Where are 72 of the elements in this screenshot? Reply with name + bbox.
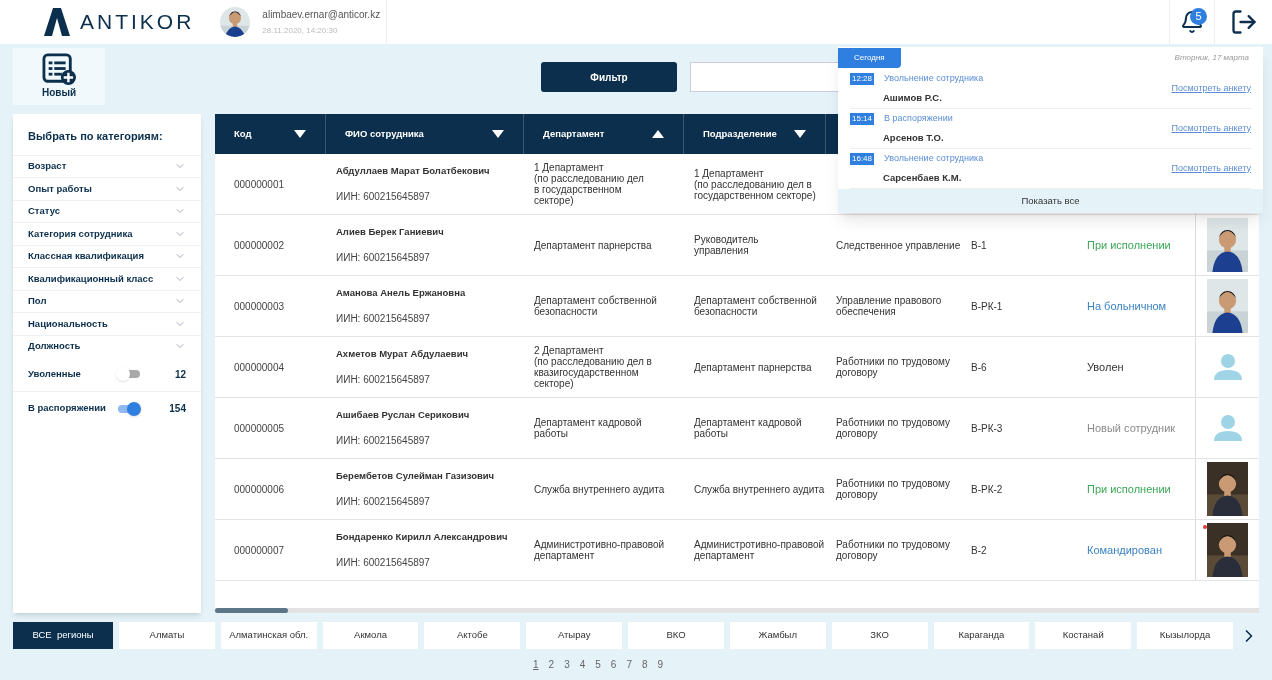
- grade-text: В-6: [971, 361, 987, 373]
- unit-text: Работники по трудовому договору: [836, 356, 950, 378]
- employee-iin: ИИН: 600215645897: [336, 372, 430, 387]
- employee-name: Аманова Анель Ержановна: [336, 286, 466, 301]
- grade-text: В-2: [971, 544, 987, 556]
- employee-iin: ИИН: 600215645897: [336, 250, 430, 265]
- employee-code: 000000006: [234, 482, 285, 497]
- division-text: Департамент собственной безопасности: [694, 295, 817, 317]
- toggle-count: 12: [174, 367, 186, 382]
- department-text: Администротивно-правовой департамент: [534, 539, 665, 561]
- employee-iin: ИИН: 600215645897: [336, 494, 430, 509]
- employee-name: Берембетов Сулейман Газизович: [336, 469, 495, 484]
- panel-title: Выбрать по категориям:: [27, 129, 164, 144]
- employee-name: Алиев Берек Ганиевич: [336, 225, 444, 240]
- logo-text: ANTIKOR: [80, 9, 195, 36]
- notification-count: 5: [1190, 8, 1207, 25]
- employee-iin: ИИН: 600215645897: [336, 433, 430, 448]
- division-text: Администротивно-правовой департамент: [694, 539, 825, 561]
- user-email: alimbaev.ernar@anticor.kz: [262, 8, 381, 22]
- grade-text: В-РК-1: [971, 300, 1003, 312]
- status-text: Уволен: [1087, 359, 1124, 375]
- department-text: Департамент парнерства: [534, 239, 652, 251]
- employee-iin: ИИН: 600215645897: [336, 311, 430, 326]
- status-text: На больничном: [1087, 298, 1167, 314]
- employee-name: Арсенов Т.О.: [883, 130, 945, 145]
- employee-name: Абдуллаев Марат Болатбекович: [336, 164, 490, 179]
- employee-name: Сарсенбаев К.М.: [883, 170, 963, 185]
- event-text: В распоряжении: [884, 112, 953, 126]
- unit-text: Работники по трудовому договору: [836, 478, 950, 500]
- time-badge: 16:48: [850, 152, 875, 165]
- employee-name: Ашимов Р.С.: [883, 90, 943, 105]
- department-text: Служба внутреннего аудита: [534, 483, 665, 495]
- status-text: При исполнении: [1087, 237, 1171, 253]
- login-time: 28.11.2020, 14:20:30: [262, 25, 339, 37]
- status-text: Новый сотрудник: [1087, 420, 1176, 436]
- event-text: Увольнение сотрудника: [884, 72, 984, 86]
- department-text: Департамент кадровой работы: [534, 417, 642, 439]
- status-text: При исполнении: [1087, 481, 1171, 497]
- department-text: 1 Департамент (по расследованию дел в государственном секторе): [534, 162, 644, 206]
- unit-text: Управление правового обеспечения: [836, 295, 942, 317]
- division-text: Департамент кадровой работы: [694, 417, 802, 439]
- employee-code: 000000001: [234, 177, 285, 192]
- division-text: Служба внутреннего аудита: [694, 483, 825, 495]
- grade-text: В-РК-3: [971, 422, 1003, 434]
- event-text: Увольнение сотрудника: [884, 152, 984, 166]
- division-text: 1 Департамент (по расследованию дел в государственном секторе): [694, 167, 816, 201]
- toggle-label: В распоряжении: [28, 401, 107, 416]
- employee-name: Бондаренко Кирилл Александрович: [336, 530, 508, 545]
- toggle-count: 154: [169, 402, 186, 416]
- division-text: Департамент парнерства: [694, 361, 812, 373]
- unit-text: Работники по трудовому договору: [836, 417, 950, 439]
- employee-code: 000000003: [234, 299, 285, 314]
- date-text: Вторник, 17 марта: [1174, 52, 1249, 64]
- employee-iin: ИИН: 600215645897: [336, 189, 430, 204]
- department-text: 2 Департамент (по расследованию дел в квазигосударственном секторе): [534, 345, 652, 389]
- time-badge: 15:14: [850, 112, 875, 125]
- department-text: Департамент собственной безопасности: [534, 295, 657, 317]
- employee-code: 000000004: [234, 360, 285, 375]
- employee-name: Ахметов Мурат Абдулаевич: [336, 347, 469, 362]
- employee-code: 000000002: [234, 238, 285, 253]
- employee-iin: ИИН: 600215645897: [336, 555, 430, 570]
- employee-code: 000000007: [234, 543, 285, 558]
- time-badge: 12:28: [850, 72, 875, 85]
- status-text: Командирован: [1087, 542, 1162, 558]
- unit-text: Работники по трудовому договору: [836, 539, 950, 561]
- employee-code: 000000005: [234, 421, 285, 436]
- grade-text: В-1: [971, 239, 987, 251]
- division-text: Руководитель управления: [694, 234, 759, 256]
- employee-name: Ашибаев Руслан Серикович: [336, 408, 470, 423]
- toggle-label: Уволенные: [28, 366, 82, 381]
- unit-text: Следственное управление: [836, 239, 961, 251]
- grade-text: В-РК-2: [971, 483, 1003, 495]
